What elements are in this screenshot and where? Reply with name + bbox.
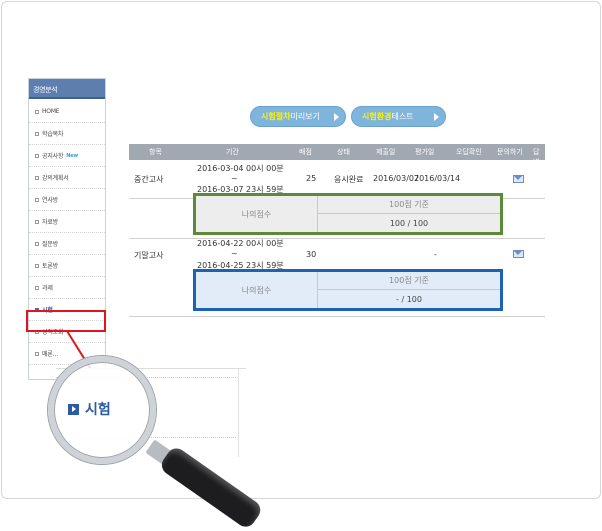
bullet-icon <box>35 241 39 246</box>
score-label: 나의점수 <box>196 272 318 308</box>
row1-tilde: ~ <box>231 174 238 183</box>
score-label: 나의점수 <box>196 196 318 232</box>
score-basis: 100점 기준 <box>318 272 500 290</box>
score-basis: 100점 기준 <box>318 196 500 214</box>
sidebar-item-materials[interactable]: 자료방 <box>29 211 105 233</box>
row1-start: 2016-03-04 00시 00분 <box>197 164 284 173</box>
header-item: 항목 <box>149 148 162 156</box>
header-submitted: 제출일 <box>376 148 396 156</box>
exam-highlight-box <box>26 310 106 332</box>
mail-icon[interactable] <box>513 175 524 183</box>
row-divider <box>129 316 545 317</box>
row1-evaluated: 2016/03/14 <box>414 174 461 183</box>
sidebar-item-assignment[interactable]: 과제 <box>29 277 105 299</box>
midterm-score-box: 나의점수 100점 기준 100 / 100 <box>193 193 503 235</box>
sidebar-item-contents[interactable]: 학습목차 <box>29 123 105 145</box>
header-status: 상태 <box>337 148 350 156</box>
divider <box>238 369 239 457</box>
sidebar-item-home[interactable]: HOME <box>29 101 105 123</box>
row2-item: 기말고사 <box>134 251 164 260</box>
row2-evaluated: - <box>434 250 437 259</box>
bullet-icon <box>35 109 39 114</box>
header-period: 기간 <box>226 148 239 156</box>
row2-points: 30 <box>306 250 317 259</box>
sidebar-item-discussion[interactable]: 토론방 <box>29 255 105 277</box>
score-value: - / 100 <box>396 294 422 304</box>
row2-start: 2016-04-22 00시 00분 <box>197 239 284 248</box>
row1-status: 응시완료 <box>334 175 364 184</box>
row1-submitted: 2016/03/07 <box>373 174 420 183</box>
row2-tilde: ~ <box>231 249 238 258</box>
sidebar-item-syllabus[interactable]: 강의계획서 <box>29 167 105 189</box>
bullet-icon <box>35 175 39 180</box>
play-arrow-icon <box>434 113 439 121</box>
sidebar-item-questions[interactable]: 질문방 <box>29 233 105 255</box>
header-evaluated: 평가일 <box>415 148 435 156</box>
sidebar: 경영분석 HOME 학습목차 공지사항 New 강의계획서 연사방 자료방 질문방… <box>28 78 106 380</box>
bullet-icon <box>35 131 39 136</box>
sidebar-title: 경영분석 <box>29 79 105 99</box>
arrow-right-icon <box>68 403 79 415</box>
row1-points: 25 <box>306 174 317 183</box>
bullet-icon <box>35 197 39 202</box>
bullet-icon <box>35 153 39 158</box>
bullet-icon <box>35 219 39 224</box>
exam-environment-test-button[interactable]: 시험환경 테스트 <box>351 106 446 127</box>
exam-procedure-preview-button[interactable]: 시험절차 미리보기 <box>250 106 346 127</box>
play-arrow-icon <box>334 113 339 121</box>
row1-item: 중간고사 <box>134 175 164 184</box>
sidebar-item-notice[interactable]: 공지사항 New <box>29 145 105 167</box>
exam-table-header: 항목 기간 배점 상태 제출일 평가일 오답확인 문의하기 답변 <box>129 144 545 166</box>
header-answer: 답변 <box>533 148 540 166</box>
bullet-icon <box>35 351 39 356</box>
header-wrong-check: 오답확인 <box>456 148 482 156</box>
mail-icon[interactable] <box>513 250 524 258</box>
final-score-box: 나의점수 100점 기준 - / 100 <box>193 269 503 311</box>
bullet-icon <box>35 285 39 290</box>
header-inquiry: 문의하기 <box>497 148 523 156</box>
sidebar-item-lecturer[interactable]: 연사방 <box>29 189 105 211</box>
zoomed-exam-label: 시험 <box>68 399 111 419</box>
bullet-icon <box>35 263 39 268</box>
score-value: 100 / 100 <box>389 218 429 228</box>
row-divider <box>129 238 545 239</box>
new-badge: New <box>66 152 78 159</box>
header-points: 배점 <box>299 148 312 156</box>
